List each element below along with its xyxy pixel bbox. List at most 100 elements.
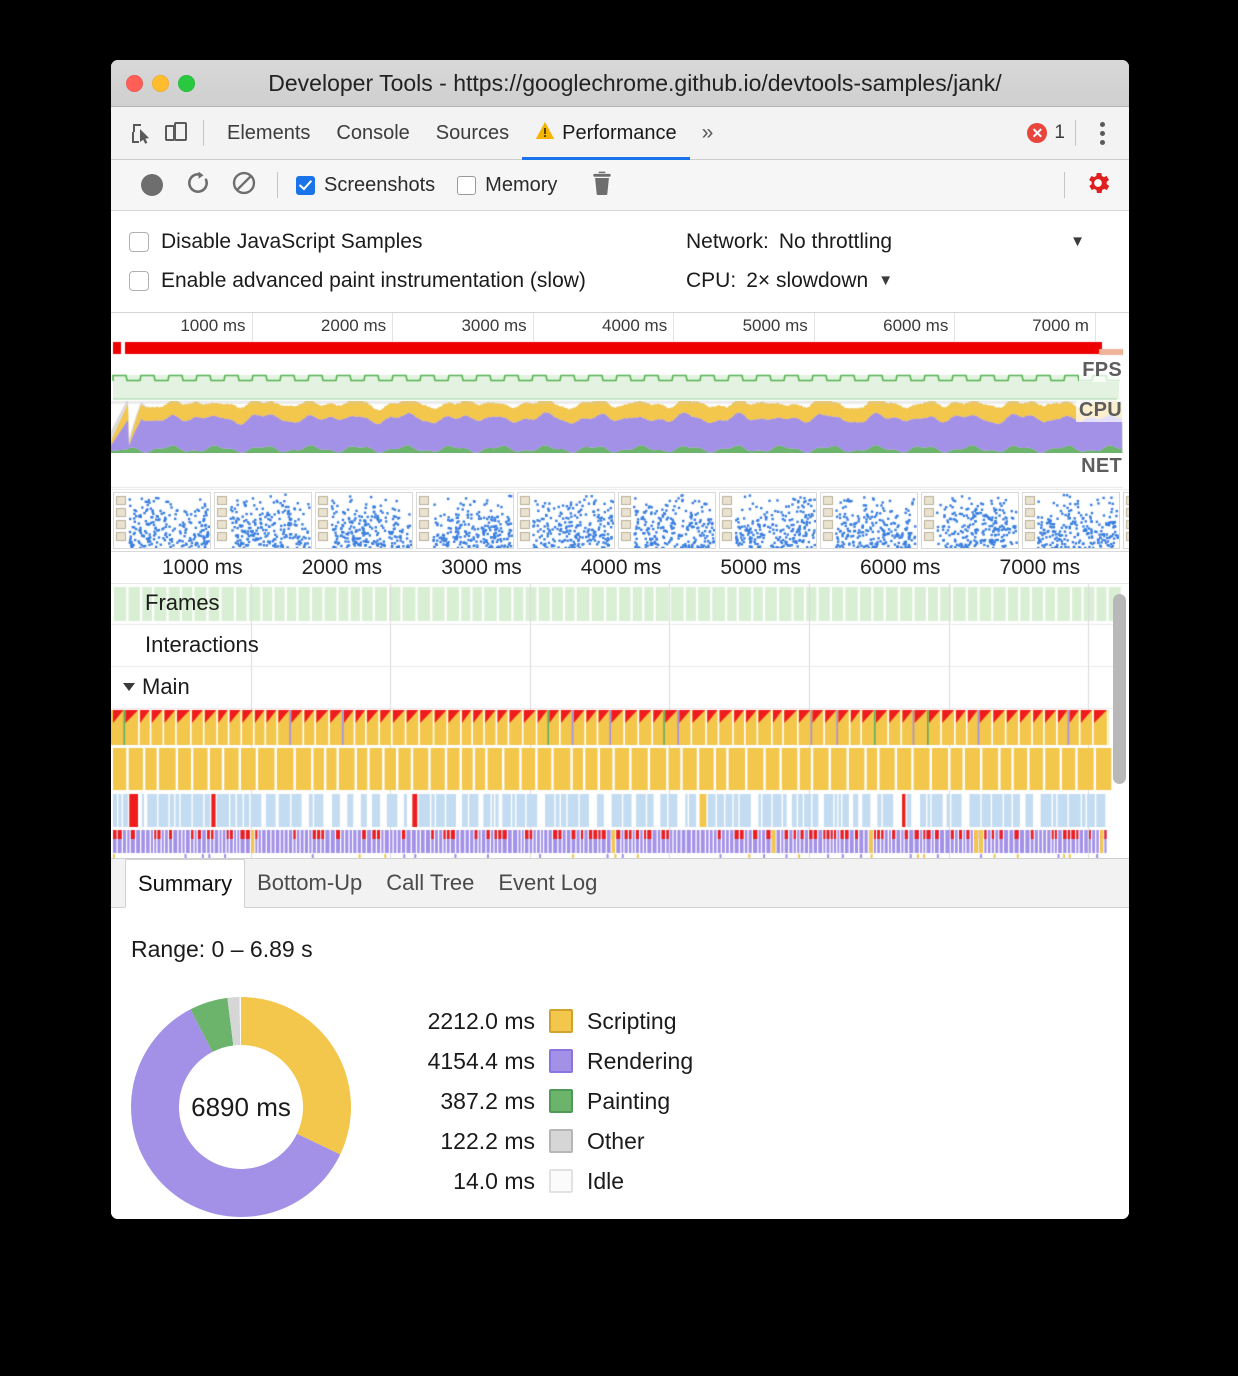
ruler-tick-label: 2000 ms: [302, 556, 391, 580]
filmstrip-thumbnail[interactable]: [416, 492, 514, 549]
filmstrip-thumbnail[interactable]: [214, 492, 312, 549]
summary-range-label: Range: 0 – 6.89 s: [111, 908, 1129, 963]
flamechart-scrollbar[interactable]: [1113, 594, 1126, 784]
clear-icon: [231, 170, 257, 201]
error-badge[interactable]: ✕ 1: [1027, 122, 1065, 144]
filmstrip-thumbnail[interactable]: [315, 492, 413, 549]
ruler-tick-label: 7000 m: [1032, 316, 1095, 336]
tab-performance[interactable]: Performance: [522, 107, 690, 160]
tab-summary[interactable]: Summary: [125, 859, 245, 908]
tab-label: Event Log: [498, 870, 597, 896]
cpu-throttling-select[interactable]: CPU: 2× slowdown ▼: [686, 269, 893, 293]
devtools-window: Developer Tools - https://googlechrome.g…: [111, 60, 1129, 1219]
ruler-tick-label: 5000 ms: [743, 316, 814, 336]
tab-label: Summary: [138, 871, 232, 897]
ruler-tick-label: 6000 ms: [860, 556, 949, 580]
collect-garbage-button[interactable]: [579, 170, 625, 201]
filmstrip-thumbnail[interactable]: [820, 492, 918, 549]
cpu-label: CPU: [1076, 401, 1125, 422]
net-label: NET: [1078, 455, 1125, 478]
filmstrip-thumbnail[interactable]: [113, 492, 211, 549]
ruler-tick-label: 1000 ms: [180, 316, 251, 336]
tab-elements[interactable]: Elements: [214, 107, 323, 160]
cpu-value: 2× slowdown: [746, 269, 868, 293]
legend-value: 14.0 ms: [375, 1168, 535, 1195]
tabstrip-right-group: ✕ 1: [1027, 120, 1129, 146]
capture-row-2: Enable advanced paint instrumentation (s…: [111, 261, 1129, 300]
tab-console[interactable]: Console: [323, 107, 422, 160]
tab-label: Performance: [562, 122, 677, 145]
donut-center-label: 6890 ms: [121, 987, 361, 1219]
advanced-paint-checkbox[interactable]: Enable advanced paint instrumentation (s…: [111, 269, 686, 293]
legend-row[interactable]: 4154.4 ms Rendering: [375, 1041, 693, 1081]
disable-js-samples-checkbox[interactable]: Disable JavaScript Samples: [111, 230, 686, 254]
filmstrip-thumbnail[interactable]: [618, 492, 716, 549]
flamechart-body[interactable]: Frames Interactions Main: [111, 584, 1129, 858]
flamechart-ruler: 1000 ms2000 ms3000 ms4000 ms5000 ms6000 …: [111, 552, 1129, 584]
details-drawer: Summary Bottom-Up Call Tree Event Log Ra…: [111, 858, 1129, 1219]
capture-settings-button[interactable]: [1075, 169, 1121, 202]
kebab-menu-icon[interactable]: [1086, 122, 1119, 145]
tab-label: Elements: [227, 122, 310, 145]
overview-cpu-band: CPU: [111, 401, 1129, 453]
legend-row[interactable]: 387.2 msPainting: [375, 1081, 693, 1121]
ruler-tick-label: 1000 ms: [162, 556, 251, 580]
fps-label: FPS: [1079, 359, 1125, 382]
capture-row-1: Disable JavaScript Samples Network: No t…: [111, 222, 1129, 261]
trash-icon: [591, 170, 613, 201]
legend-row[interactable]: 14.0 msIdle: [375, 1161, 693, 1201]
reload-and-record-button[interactable]: [175, 170, 221, 201]
track-label-interactions: Interactions: [145, 632, 259, 658]
overview-net-band: NET: [111, 453, 1129, 489]
network-throttling-select[interactable]: Network: No throttling: [686, 230, 892, 254]
chevron-down-icon[interactable]: ▼: [1070, 233, 1129, 250]
chevron-down-icon[interactable]: [123, 683, 135, 691]
timeline-flamechart[interactable]: 1000 ms2000 ms3000 ms4000 ms5000 ms6000 …: [111, 552, 1129, 858]
legend-label: Rendering: [587, 1048, 693, 1075]
tab-call-tree[interactable]: Call Tree: [374, 859, 486, 907]
memory-checkbox[interactable]: Memory: [457, 174, 557, 197]
tab-sources[interactable]: Sources: [423, 107, 522, 160]
more-tabs-icon[interactable]: »: [690, 121, 726, 145]
overview-ruler: 1000 ms2000 ms3000 ms4000 ms5000 ms6000 …: [111, 313, 1129, 341]
legend-swatch-scripting: [549, 1009, 573, 1033]
filmstrip-thumbnail[interactable]: [921, 492, 1019, 549]
legend-swatch-painting: [549, 1089, 573, 1113]
chevron-down-icon[interactable]: ▼: [878, 272, 893, 289]
legend-value: 387.2 ms: [375, 1088, 535, 1115]
device-toolbar-icon[interactable]: [159, 116, 193, 150]
summary-content: 6890 ms 2212.0 msScripting 4154.4 ms Rende…: [111, 963, 1129, 1219]
legend-value: 4154.4 ms: [375, 1048, 535, 1075]
overview-network-bar: [111, 341, 1129, 357]
network-label: Network:: [686, 230, 769, 254]
record-toolbar: Screenshots Memory: [111, 160, 1129, 211]
toolbar-divider-2: [1064, 172, 1065, 198]
legend-row[interactable]: 122.2 msOther: [375, 1121, 693, 1161]
filmstrip-thumbnail[interactable]: [1022, 492, 1120, 549]
track-label-text: Main: [142, 674, 190, 700]
ruler-tick-label: 6000 ms: [883, 316, 954, 336]
window-title: Developer Tools - https://googlechrome.g…: [111, 70, 1129, 97]
ruler-tick-label: 5000 ms: [720, 556, 809, 580]
filmstrip-thumbnail[interactable]: [517, 492, 615, 549]
window-titlebar: Developer Tools - https://googlechrome.g…: [111, 60, 1129, 107]
inspect-element-icon[interactable]: [125, 116, 159, 150]
record-button[interactable]: [129, 174, 175, 196]
timeline-overview[interactable]: 1000 ms2000 ms3000 ms4000 ms5000 ms6000 …: [111, 313, 1129, 552]
tab-event-log[interactable]: Event Log: [486, 859, 609, 907]
legend-row[interactable]: 2212.0 msScripting: [375, 1001, 693, 1041]
screenshots-checkbox[interactable]: Screenshots: [296, 174, 435, 197]
gear-icon: [1084, 169, 1112, 202]
ruler-tick-label: 3000 ms: [461, 316, 532, 336]
filmstrip-thumbnail[interactable]: [1123, 492, 1129, 549]
error-icon: ✕: [1027, 123, 1047, 143]
tab-label: Bottom-Up: [257, 870, 362, 896]
screenshots-label: Screenshots: [324, 174, 435, 197]
details-tabstrip: Summary Bottom-Up Call Tree Event Log: [111, 859, 1129, 908]
ruler-tick-label: 3000 ms: [441, 556, 530, 580]
filmstrip-thumbnail[interactable]: [719, 492, 817, 549]
overview-filmstrip[interactable]: [111, 489, 1129, 551]
tab-bottom-up[interactable]: Bottom-Up: [245, 859, 374, 907]
track-label-main[interactable]: Main: [125, 674, 190, 700]
clear-button[interactable]: [221, 170, 267, 201]
